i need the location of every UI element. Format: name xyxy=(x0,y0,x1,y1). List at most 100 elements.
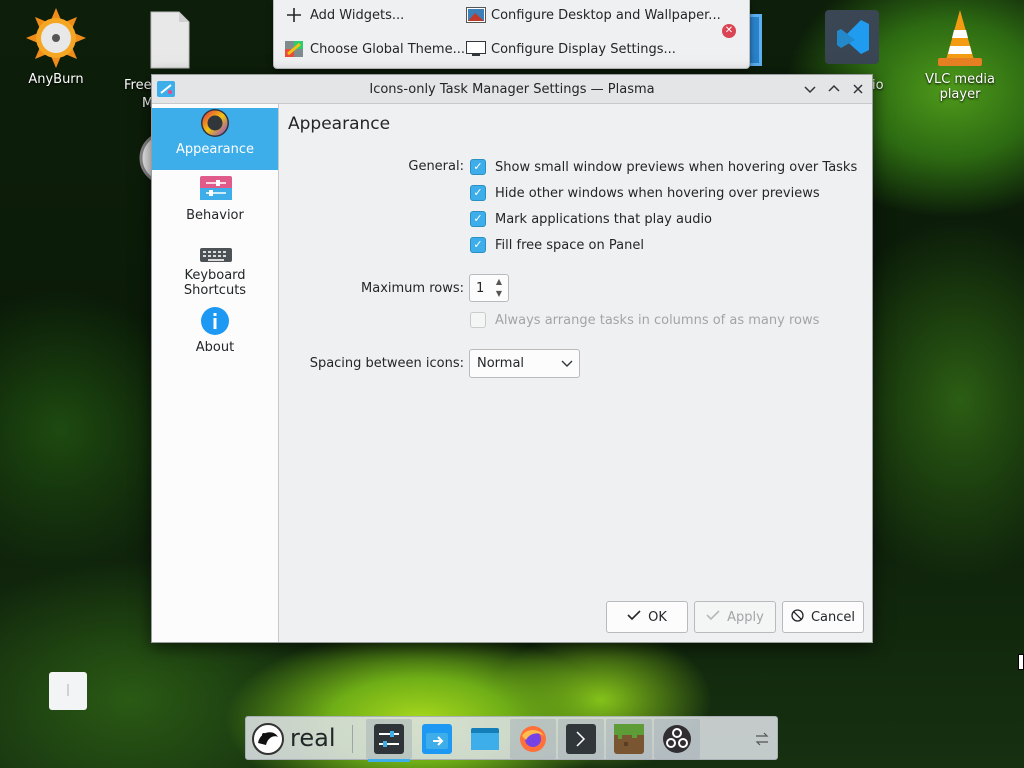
plus-icon xyxy=(285,7,303,23)
discover-icon xyxy=(422,724,452,754)
select-value: Normal xyxy=(477,356,525,371)
menu-item-label: Configure Desktop and Wallpaper... xyxy=(491,7,721,23)
checkbox-label: Show small window previews when hovering… xyxy=(495,159,858,175)
sidebar-item-label: Appearance xyxy=(175,142,255,157)
sidebar-item-keyboard-shortcuts[interactable]: Keyboard Shortcuts xyxy=(152,240,278,302)
desktop-context-menu: Add Widgets... Configure Desktop and Wal… xyxy=(273,0,750,69)
kickoff-launcher-icon[interactable] xyxy=(252,723,284,755)
sidebar-item-behavior[interactable]: Behavior xyxy=(152,174,278,236)
menu-item-configure-desktop[interactable]: Configure Desktop and Wallpaper... xyxy=(466,2,721,28)
checkbox-mark-audio[interactable]: ✓ Mark applications that play audio xyxy=(470,211,712,227)
checkbox-label: Hide other windows when hovering over pr… xyxy=(495,185,820,201)
desktop-widget-button[interactable] xyxy=(49,672,87,710)
folder-icon xyxy=(470,724,500,754)
keyboard-icon xyxy=(200,240,232,270)
desktop-icon-label-2: player xyxy=(939,87,981,102)
vlc-cone-icon xyxy=(930,8,990,68)
wallpaper-icon xyxy=(466,7,486,23)
firefox-icon xyxy=(518,724,548,754)
checkbox-label: Always arrange tasks in columns of as ma… xyxy=(495,312,820,328)
desktop-icon-anyburn[interactable]: AnyBurn xyxy=(11,8,101,87)
display-icon xyxy=(466,41,486,57)
close-circle-icon[interactable]: ✕ xyxy=(722,24,736,38)
chevron-down-icon[interactable]: ▼ xyxy=(493,289,505,299)
title-bar[interactable]: Icons-only Task Manager Settings — Plasm… xyxy=(152,75,872,104)
max-rows-spinbox[interactable]: 1 ▲ ▼ xyxy=(469,274,509,302)
desktop-icon-vscode[interactable]: io xyxy=(812,10,892,93)
settings-content: Appearance General: ✓ Show small window … xyxy=(280,104,872,642)
button-label: Cancel xyxy=(810,609,856,625)
settings-dialog: Icons-only Task Manager Settings — Plasm… xyxy=(151,74,873,643)
spacing-select[interactable]: Normal xyxy=(469,349,580,378)
cancel-icon xyxy=(791,608,804,626)
menu-item-global-theme[interactable]: Choose Global Theme... xyxy=(285,36,465,62)
task-firefox[interactable] xyxy=(510,719,556,759)
ok-button[interactable]: OK xyxy=(606,601,688,633)
widget-handle-icon xyxy=(67,684,69,696)
chevron-down-icon xyxy=(561,357,573,369)
task-discover[interactable] xyxy=(414,719,460,759)
button-label: OK xyxy=(648,609,667,625)
checkbox-arrange-columns[interactable]: Always arrange tasks in columns of as ma… xyxy=(470,312,819,328)
chevron-up-icon[interactable]: ▲ xyxy=(493,277,505,287)
sidebar-item-appearance[interactable]: Appearance xyxy=(152,108,278,170)
checkbox-fill-free-space[interactable]: ✓ Fill free space on Panel xyxy=(470,237,644,253)
theme-icon xyxy=(285,41,303,57)
spacing-label: Spacing between icons: xyxy=(309,356,464,371)
checkbox-hide-other-windows[interactable]: ✓ Hide other windows when hovering over … xyxy=(470,185,820,201)
panel-separator xyxy=(352,725,353,753)
checkmark-icon xyxy=(627,609,641,625)
appearance-icon xyxy=(200,108,230,138)
sidebar-item-label-2: Shortcuts xyxy=(183,283,247,298)
max-rows-label: Maximum rows: xyxy=(361,281,464,296)
desktop-icon-free[interactable]: Free M xyxy=(124,10,214,111)
sidebar-item-label: About xyxy=(195,340,235,355)
minecraft-icon xyxy=(614,724,644,754)
obs-icon xyxy=(662,724,692,754)
apply-button[interactable]: Apply xyxy=(694,601,776,633)
vscode-icon xyxy=(825,10,879,64)
checkmark-icon xyxy=(706,609,720,625)
desktop-icon-label: io xyxy=(872,78,884,93)
task-terminal[interactable] xyxy=(558,719,604,759)
desktop-icon-label: AnyBurn xyxy=(28,72,84,87)
button-label: Apply xyxy=(727,609,764,625)
task-minecraft[interactable] xyxy=(606,719,652,759)
panel-config-icon[interactable] xyxy=(754,731,770,747)
sidebar-item-label: Behavior xyxy=(186,208,244,223)
checkbox-checked-icon[interactable]: ✓ xyxy=(470,185,486,201)
checkbox-checked-icon[interactable]: ✓ xyxy=(470,211,486,227)
minimize-button[interactable] xyxy=(802,81,818,97)
menu-item-label: Add Widgets... xyxy=(310,7,405,23)
settings-sidebar: Appearance Behavior Keyboard Shortcuts A… xyxy=(152,104,279,642)
menu-item-add-widgets[interactable]: Add Widgets... xyxy=(285,2,404,28)
sidebar-item-label: Keyboard xyxy=(184,268,246,283)
desktop-icon-vlc[interactable]: VLC media player xyxy=(915,8,1005,102)
checkbox-unchecked-icon[interactable] xyxy=(470,312,486,328)
checkbox-checked-icon[interactable]: ✓ xyxy=(470,159,486,175)
desktop-icon-partial[interactable]: Fi xyxy=(128,130,152,190)
menu-item-label: Choose Global Theme... xyxy=(310,41,465,57)
task-system-settings[interactable] xyxy=(366,719,412,762)
close-button[interactable] xyxy=(850,81,866,97)
menu-item-label: Configure Display Settings... xyxy=(491,41,676,57)
checkbox-checked-icon[interactable]: ✓ xyxy=(470,237,486,253)
window-title: Icons-only Task Manager Settings — Plasm… xyxy=(369,82,655,97)
checkbox-label: Fill free space on Panel xyxy=(495,237,644,253)
checkbox-show-previews[interactable]: ✓ Show small window previews when hoveri… xyxy=(470,159,857,175)
task-files[interactable] xyxy=(462,719,508,759)
general-label: General: xyxy=(408,159,464,174)
task-obs[interactable] xyxy=(654,719,700,759)
checkbox-label: Mark applications that play audio xyxy=(495,211,713,227)
file-icon xyxy=(139,10,199,70)
cancel-button[interactable]: Cancel xyxy=(782,601,864,633)
task-active-indicator xyxy=(368,759,410,762)
desktop-icon-hidden[interactable] xyxy=(750,14,762,66)
desktop-icon-label: VLC media xyxy=(925,72,995,87)
menu-item-display-settings[interactable]: Configure Display Settings... xyxy=(466,36,676,62)
behavior-icon xyxy=(200,174,232,204)
mouse-cursor-icon xyxy=(1018,654,1024,670)
maximize-button[interactable] xyxy=(826,81,842,97)
settings-sliders-icon xyxy=(374,724,404,754)
sidebar-item-about[interactable]: About xyxy=(152,306,278,368)
